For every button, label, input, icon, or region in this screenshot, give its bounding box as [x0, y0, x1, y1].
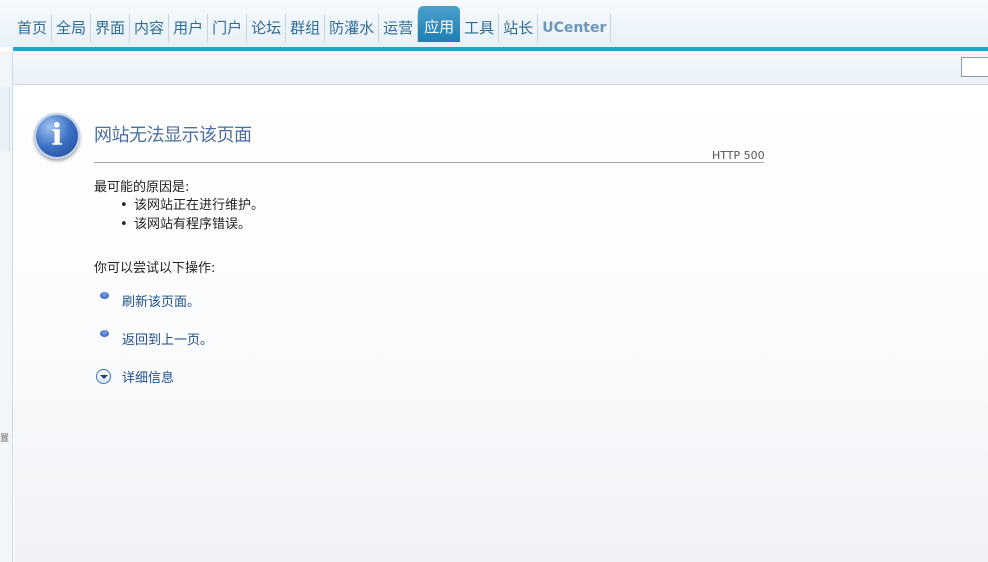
nav-item-global[interactable]: 全局: [52, 14, 92, 42]
blue-bullet-icon: [100, 292, 109, 299]
sidebar-menu-strip[interactable]: [0, 87, 10, 151]
top-nav: 首页 全局 界面 内容 用户 门户 论坛 群组 防灌水 运营 应用 工具 站长 …: [0, 0, 988, 47]
http-status-code: HTTP 500: [712, 149, 765, 162]
sidebar-text: 置: [0, 434, 10, 444]
reasons-heading: 最可能的原因是:: [94, 180, 190, 195]
actions-heading: 你可以尝试以下操作:: [94, 261, 216, 276]
refresh-page-link[interactable]: 刷新该页面。: [122, 291, 200, 310]
nav-item-operations[interactable]: 运营: [379, 14, 419, 42]
nav-item-apps[interactable]: 应用: [418, 6, 461, 42]
chevron-down-circle-icon[interactable]: [96, 369, 111, 384]
nav-item-tools[interactable]: 工具: [460, 14, 500, 42]
go-back-link[interactable]: 返回到上一页。: [122, 329, 213, 348]
nav-item-portal[interactable]: 门户: [208, 14, 248, 42]
reasons-list: 该网站正在进行维护。 该网站有程序错误。: [120, 196, 264, 234]
sub-toolbar: [13, 51, 988, 85]
title-divider: [94, 162, 764, 163]
blue-bullet-icon: [100, 330, 109, 337]
nav-item-antispam[interactable]: 防灌水: [325, 14, 380, 42]
info-icon: i: [34, 113, 80, 159]
nav-item-content[interactable]: 内容: [130, 14, 170, 42]
nav-item-groups[interactable]: 群组: [286, 14, 326, 42]
nav-item-users[interactable]: 用户: [169, 14, 209, 42]
page-title: 网站无法显示该页面: [94, 125, 252, 146]
nav-item-forum[interactable]: 论坛: [247, 14, 287, 42]
nav-item-ucenter[interactable]: UCenter: [538, 14, 612, 42]
left-sidebar: 置: [0, 51, 13, 562]
search-input[interactable]: [961, 57, 988, 77]
nav-bar: 首页 全局 界面 内容 用户 门户 论坛 群组 防灌水 运营 应用 工具 站长 …: [13, 6, 612, 42]
nav-item-interface[interactable]: 界面: [91, 14, 131, 42]
reason-item: 该网站有程序错误。: [120, 215, 264, 234]
error-page: i 网站无法显示该页面 HTTP 500 最可能的原因是: 该网站正在进行维护。…: [14, 85, 988, 562]
nav-item-webmaster[interactable]: 站长: [499, 14, 539, 42]
reason-item: 该网站正在进行维护。: [120, 196, 264, 215]
more-info-link[interactable]: 详细信息: [122, 367, 174, 386]
nav-item-home[interactable]: 首页: [13, 14, 53, 42]
